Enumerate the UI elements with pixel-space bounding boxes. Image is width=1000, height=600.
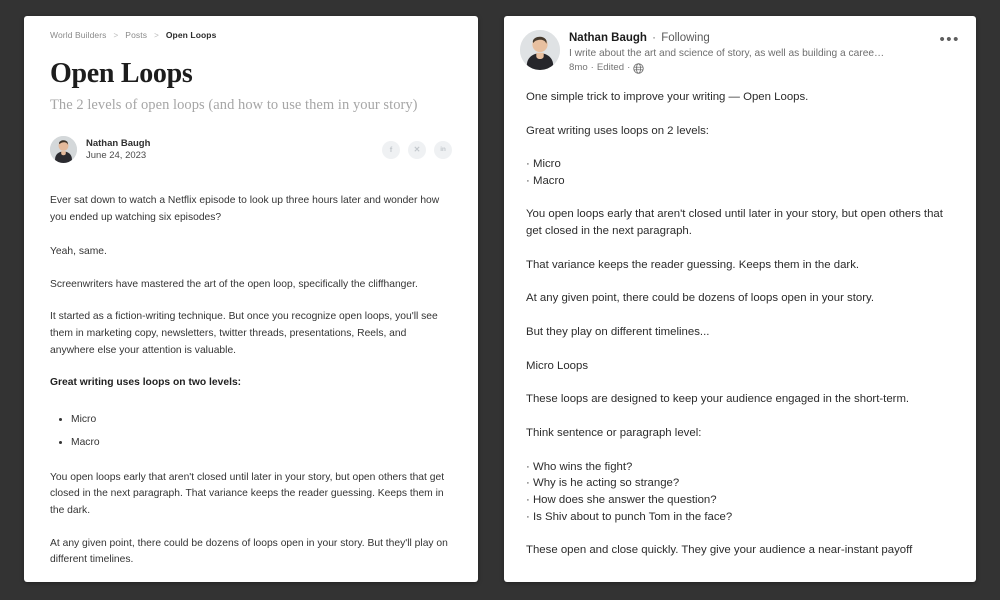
post-section-label: Micro Loops	[526, 359, 589, 372]
post-author-name[interactable]: Nathan Baugh	[569, 32, 647, 44]
x-share-icon[interactable]: ✕	[408, 140, 426, 159]
paragraph: One simple trick to improve your writing…	[526, 90, 809, 103]
byline-row: Nathan Baugh June 24, 2023 f ✕ in	[50, 136, 452, 164]
breadcrumb-item-site[interactable]: World Builders	[50, 30, 107, 40]
post-author-meta: Nathan Baugh · Following I write about t…	[569, 30, 926, 75]
separator-dot: ·	[590, 62, 594, 74]
post-age: 8mo	[569, 62, 588, 74]
post-author-headline: I write about the art and science of sto…	[569, 48, 885, 60]
post-content: Nathan Baugh · Following I write about t…	[504, 16, 976, 559]
paragraph: You open loops early that aren't closed …	[526, 208, 943, 238]
linkedin-share-icon[interactable]: in	[434, 140, 452, 159]
paragraph: Yeah, same.	[50, 245, 107, 257]
post-header: Nathan Baugh · Following I write about t…	[520, 30, 960, 75]
paragraph: You open loops early that aren't closed …	[50, 471, 445, 517]
chevron-right-icon: >	[113, 30, 119, 40]
paragraph: Think sentence or paragraph level:	[526, 426, 702, 439]
bullet-block-questions: · Who wins the fight? · Why is he acting…	[526, 459, 954, 526]
paragraph: These loops are designed to keep your au…	[526, 393, 910, 406]
post-author-line: Nathan Baugh · Following	[569, 31, 926, 46]
article-content: World Builders > Posts > Open Loops Open…	[24, 16, 478, 582]
facebook-share-icon[interactable]: f	[382, 140, 400, 159]
paragraph: Screenwriters have mastered the art of t…	[50, 278, 418, 290]
paragraph: At any given point, there could be dozen…	[50, 537, 448, 566]
avatar[interactable]	[520, 30, 560, 70]
breadcrumb-item-current: Open Loops	[165, 30, 217, 40]
paragraph: But they play on different timelines...	[526, 326, 710, 339]
levels-list: Micro Macro	[50, 412, 452, 452]
post-timestamp-row: 8mo · Edited ·	[569, 62, 926, 75]
article-panel: World Builders > Posts > Open Loops Open…	[24, 16, 478, 582]
article-body: Ever sat down to watch a Netflix episode…	[50, 193, 452, 582]
author-name[interactable]: Nathan Baugh	[86, 138, 150, 150]
bullet-line: · Micro	[526, 158, 561, 171]
screenshot-stage: World Builders > Posts > Open Loops Open…	[0, 0, 1000, 600]
page-title: Open Loops	[50, 58, 193, 89]
separator-dot: ·	[627, 62, 631, 74]
linkedin-post-panel: Nathan Baugh · Following I write about t…	[504, 16, 976, 582]
publish-date: June 24, 2023	[86, 149, 147, 161]
bullet-line: · How does she answer the question?	[526, 493, 717, 506]
paragraph: These open and close quickly. They give …	[526, 544, 913, 557]
bullet-line: · Macro	[526, 174, 565, 187]
paragraph: At any given point, there could be dozen…	[526, 292, 875, 305]
bullet-line: · Who wins the fight?	[526, 460, 633, 473]
globe-icon	[633, 63, 644, 74]
bullet-line: · Why is he acting so strange?	[526, 477, 680, 490]
separator-dot: ·	[652, 32, 656, 44]
paragraph: Ever sat down to watch a Netflix episode…	[50, 195, 440, 224]
breadcrumb: World Builders > Posts > Open Loops	[50, 30, 452, 40]
list-item: Macro	[71, 435, 452, 451]
bullet-line: · Is Shiv about to punch Tom in the face…	[526, 510, 733, 523]
following-label: Following	[661, 32, 710, 44]
paragraph: That variance keeps the reader guessing.…	[526, 258, 860, 271]
byline-author-block: Nathan Baugh June 24, 2023	[50, 136, 150, 164]
paragraph: Great writing uses loops on 2 levels:	[526, 124, 709, 137]
share-buttons: f ✕ in	[382, 140, 452, 159]
avatar	[50, 136, 77, 164]
bullet-block-levels: · Micro · Macro	[526, 156, 954, 189]
chevron-right-icon: >	[154, 30, 159, 40]
post-body: One simple trick to improve your writing…	[520, 89, 960, 559]
paragraph: It started as a fiction-writing techniqu…	[50, 311, 438, 356]
list-item: Micro	[71, 412, 452, 428]
edited-label: Edited	[596, 62, 625, 74]
more-options-icon[interactable]: •••	[935, 30, 960, 47]
page-subtitle: The 2 levels of open loops (and how to u…	[50, 97, 418, 114]
breadcrumb-item-posts[interactable]: Posts	[125, 30, 147, 40]
byline-text: Nathan Baugh June 24, 2023	[86, 138, 150, 162]
section-lead: Great writing uses loops on two levels:	[50, 377, 242, 389]
